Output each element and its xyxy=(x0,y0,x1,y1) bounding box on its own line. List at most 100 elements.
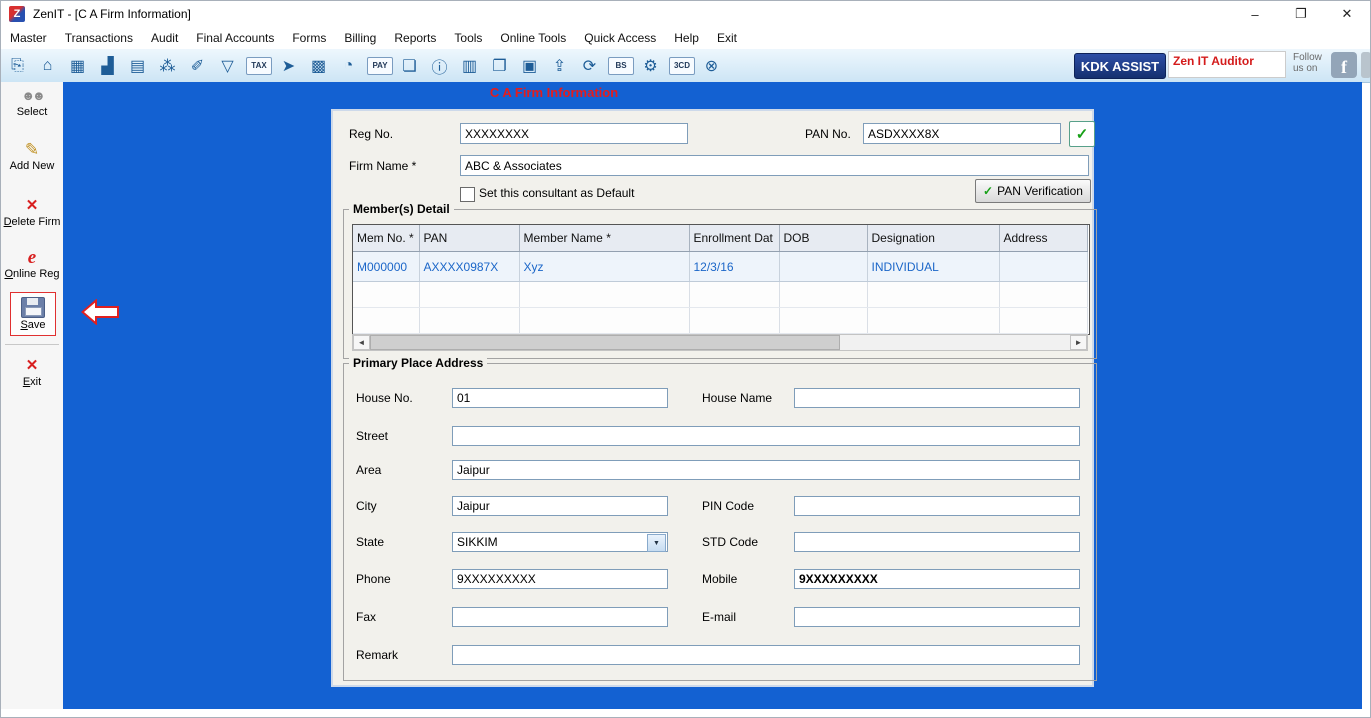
sidebar-item-delete-firm[interactable]: ✕ Delete Firm xyxy=(1,196,63,228)
challan-icon[interactable]: ❏ xyxy=(396,53,423,79)
empty-row[interactable] xyxy=(353,281,1088,308)
house-name-input[interactable] xyxy=(794,388,1080,408)
billing-icon[interactable]: ▥ xyxy=(456,53,483,79)
empty-row[interactable] xyxy=(353,307,1088,334)
col-enrollment-date[interactable]: Enrollment Dat xyxy=(689,225,780,252)
street-input[interactable] xyxy=(452,426,1080,446)
export-icon[interactable]: ⇪ xyxy=(546,53,573,79)
mobile-input[interactable] xyxy=(794,569,1080,589)
product-badge: Zen IT Auditor xyxy=(1168,51,1286,78)
default-consultant-checkbox[interactable] xyxy=(460,187,475,202)
gauge-icon[interactable]: ◔ xyxy=(335,53,362,79)
info-icon[interactable]: ⓘ xyxy=(426,53,453,79)
col-mem-no[interactable]: Mem No. * xyxy=(353,225,420,252)
scroll-right-arrow-icon[interactable]: ► xyxy=(1070,335,1087,350)
query-icon[interactable]: ✐ xyxy=(184,53,211,79)
scrollbar-thumb[interactable] xyxy=(370,335,840,350)
menu-billing[interactable]: Billing xyxy=(335,27,385,49)
sidebar-divider xyxy=(5,344,59,345)
xbrl-icon[interactable]: ⚙ xyxy=(637,53,664,79)
menu-audit[interactable]: Audit xyxy=(142,27,187,49)
close-firm-icon[interactable]: ⊗ xyxy=(698,53,725,79)
sidebar: ☻☻ Select ✎ Add New ✕ Delete Firm e Onli… xyxy=(1,82,64,709)
firm-information-panel: Reg No. PAN No. ✓ Firm Name * Set this c… xyxy=(331,109,1097,687)
phone-input[interactable] xyxy=(452,569,668,589)
users-icon: ☻☻ xyxy=(21,88,45,103)
menu-help[interactable]: Help xyxy=(665,27,708,49)
col-designation[interactable]: Designation xyxy=(867,225,1000,252)
city-input[interactable] xyxy=(452,496,668,516)
social-icon-partial[interactable] xyxy=(1361,52,1370,78)
pan-no-input[interactable] xyxy=(863,123,1061,144)
fax-input[interactable] xyxy=(452,607,668,627)
cell-address xyxy=(999,251,1088,282)
report-icon[interactable]: ❐ xyxy=(486,53,513,79)
sidebar-item-save[interactable]: Save xyxy=(10,292,56,336)
chart-icon[interactable]: ▟ xyxy=(94,53,121,79)
members-horizontal-scrollbar[interactable]: ◄ ► xyxy=(352,334,1088,351)
std-code-input[interactable] xyxy=(794,532,1080,552)
select-firm-icon[interactable]: ⎘ xyxy=(4,53,31,79)
menu-tools[interactable]: Tools xyxy=(445,27,491,49)
pan-verification-button[interactable]: ✓ PAN Verification xyxy=(975,179,1091,203)
close-button[interactable]: ✕ xyxy=(1324,1,1370,27)
check-icon: ✓ xyxy=(983,184,994,198)
cell-enrollment-date: 12/3/16 xyxy=(689,251,780,282)
sidebar-item-add-new[interactable]: ✎ Add New xyxy=(1,140,63,172)
filter-icon[interactable]: ▽ xyxy=(214,53,241,79)
email-input[interactable] xyxy=(794,607,1080,627)
sidebar-item-label: Delete Firm xyxy=(3,216,61,228)
app-icon: Z xyxy=(9,6,25,22)
fast-track-icon[interactable]: ➤ xyxy=(275,53,302,79)
menu-master[interactable]: Master xyxy=(1,27,56,49)
scroll-left-arrow-icon[interactable]: ◄ xyxy=(353,335,370,350)
col-pan[interactable]: PAN xyxy=(419,225,520,252)
kdk-assist-button[interactable]: KDK ASSIST xyxy=(1074,53,1166,79)
ledger-icon[interactable]: ▦ xyxy=(64,53,91,79)
col-address[interactable]: Address xyxy=(999,225,1088,252)
members-detail-group: Member(s) Detail Mem No. * PAN Member Na… xyxy=(343,202,1097,359)
menu-reports[interactable]: Reports xyxy=(385,27,445,49)
home-icon[interactable]: ⌂ xyxy=(34,53,61,79)
phone-label: Phone xyxy=(356,572,391,586)
menu-quick-access[interactable]: Quick Access xyxy=(575,27,665,49)
member-row[interactable]: M000000 AXXXX0987X Xyz 12/3/16 INDIVIDUA… xyxy=(353,251,1088,282)
menu-exit[interactable]: Exit xyxy=(708,27,746,49)
menu-forms[interactable]: Forms xyxy=(283,27,335,49)
schedule-icon[interactable]: ▤ xyxy=(124,53,151,79)
calendar-icon[interactable]: ▣ xyxy=(516,53,543,79)
reg-no-input[interactable] xyxy=(460,123,688,144)
menu-transactions[interactable]: Transactions xyxy=(56,27,142,49)
chevron-down-icon[interactable]: ▼ xyxy=(647,534,666,552)
pan-valid-check-button[interactable]: ✓ xyxy=(1069,121,1095,147)
sync-icon[interactable]: ⟳ xyxy=(576,53,603,79)
sidebar-item-select[interactable]: ☻☻ Select xyxy=(1,86,63,118)
pin-code-input[interactable] xyxy=(794,496,1080,516)
floppy-disk-icon xyxy=(21,297,45,318)
house-no-input[interactable] xyxy=(452,388,668,408)
firm-name-input[interactable] xyxy=(460,155,1089,176)
sidebar-item-online-reg[interactable]: e Online Reg xyxy=(1,248,63,281)
mobile-label: Mobile xyxy=(702,572,738,586)
members-table-wrap: Mem No. * PAN Member Name * Enrollment D… xyxy=(352,224,1090,335)
clients-icon[interactable]: ⁂ xyxy=(154,53,181,79)
col-dob[interactable]: DOB xyxy=(779,225,868,252)
facebook-icon[interactable]: f xyxy=(1331,52,1357,78)
menu-online-tools[interactable]: Online Tools xyxy=(491,27,575,49)
minimize-button[interactable]: – xyxy=(1232,1,1278,27)
balance-sheet-icon[interactable]: BS xyxy=(608,56,634,75)
computation-icon[interactable]: ▩ xyxy=(305,53,332,79)
col-member-name[interactable]: Member Name * xyxy=(519,225,690,252)
sidebar-item-exit[interactable]: ✕ Exit xyxy=(1,356,63,388)
remark-input[interactable] xyxy=(452,645,1080,665)
exit-x-icon: ✕ xyxy=(25,357,39,374)
pay-tax-icon[interactable]: PAY xyxy=(367,56,393,75)
area-input[interactable] xyxy=(452,460,1080,480)
menu-final-accounts[interactable]: Final Accounts xyxy=(187,27,283,49)
form-3cd-icon[interactable]: 3CD xyxy=(669,56,695,75)
restore-button[interactable]: ❐ xyxy=(1278,1,1324,27)
cell-member-name: Xyz xyxy=(519,251,690,282)
tax-icon[interactable]: TAX xyxy=(246,56,272,75)
members-table: Mem No. * PAN Member Name * Enrollment D… xyxy=(353,225,1088,334)
state-dropdown[interactable]: SIKKIM ▼ xyxy=(452,532,668,552)
